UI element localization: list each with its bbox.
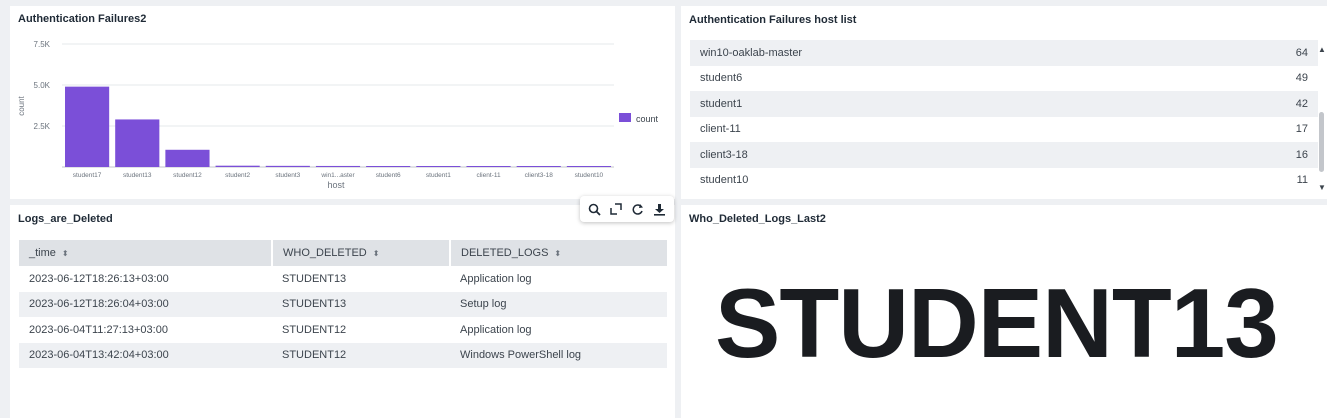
list-item[interactable]: win10-oaklab-master 64: [690, 40, 1318, 66]
table-row[interactable]: 2023-06-04T13:42:04+03:00 STUDENT12 Window…: [19, 342, 667, 368]
bar[interactable]: [366, 166, 411, 167]
host-name: student1: [700, 97, 743, 110]
legend-label[interactable]: count: [636, 114, 659, 124]
bar[interactable]: [165, 149, 210, 167]
bar[interactable]: [265, 165, 310, 167]
sort-icon[interactable]: ⬍: [62, 249, 69, 258]
bar[interactable]: [115, 119, 160, 167]
bar[interactable]: [416, 166, 461, 167]
refresh-icon[interactable]: [630, 201, 646, 217]
table-cell: Application log: [460, 323, 532, 336]
host-name: client3-18: [700, 148, 748, 161]
host-count: 17: [1295, 123, 1308, 136]
table-cell: STUDENT13: [272, 291, 450, 317]
x-tick-label: student12: [173, 172, 202, 179]
host-list: win10-oaklab-master 64 student6 49 student1 4…: [690, 40, 1318, 193]
table-cell: STUDENT13: [282, 272, 347, 285]
bar[interactable]: [466, 166, 511, 167]
y-tick-label: 2.5K: [34, 122, 51, 131]
logs-table: _time ⬍ WHO_DELETED ⬍ DELETED_LOGS ⬍ 2023-0…: [19, 240, 667, 368]
x-tick-label: client-11: [476, 172, 500, 179]
single-value-title: Who_Deleted_Logs_Last2: [689, 213, 826, 225]
y-axis-label: count: [17, 95, 26, 115]
sort-icon[interactable]: ⬍: [554, 249, 561, 258]
x-tick-label: student3: [275, 172, 300, 179]
chart-panel: Authentication Failures2 student17 studen…: [10, 6, 675, 199]
host-name: client-11: [700, 123, 741, 136]
host-name: student10: [700, 174, 749, 187]
logs-panel: Logs_are_Deleted _time ⬍ WHO_DELETED ⬍ DEL…: [10, 196, 675, 418]
bar[interactable]: [566, 166, 611, 167]
host-list-panel: Authentication Failures host list win10-…: [681, 6, 1327, 199]
expand-icon[interactable]: [608, 201, 624, 217]
list-item[interactable]: student6 49: [690, 66, 1318, 92]
bar-chart: Authentication Failures2 student17 studen…: [17, 13, 659, 190]
host-count: 11: [1296, 174, 1308, 187]
x-tick-label: student17: [73, 172, 102, 179]
bar[interactable]: [516, 166, 561, 167]
column-header-who-deleted[interactable]: WHO_DELETED ⬍: [272, 240, 451, 266]
scrollbar-thumb[interactable]: [1319, 112, 1324, 172]
host-name: win10-oaklab-master: [700, 46, 803, 59]
host-count: 42: [1295, 97, 1308, 110]
table-cell: 2023-06-12T18:26:13+03:00: [29, 272, 169, 285]
x-tick-label: student13: [123, 172, 152, 179]
column-header-deleted-logs[interactable]: DELETED_LOGS ⬍: [450, 240, 667, 266]
panel-toolbar: [580, 196, 674, 222]
x-tick-label: client3-18: [525, 172, 554, 179]
x-tick-label: student6: [376, 172, 401, 179]
list-item[interactable]: client-11 17: [690, 117, 1318, 143]
scroll-up-icon[interactable]: ▲: [1318, 46, 1326, 54]
table-cell: Windows PowerShell log: [450, 342, 667, 368]
logs-title: Logs_are_Deleted: [18, 213, 113, 225]
table-row[interactable]: 2023-06-04T11:27:13+03:00 STUDENT12 Applic…: [19, 317, 667, 343]
bar[interactable]: [215, 165, 260, 167]
legend-swatch[interactable]: [619, 113, 631, 122]
bar[interactable]: [65, 86, 110, 167]
table-cell: 2023-06-04T13:42:04+03:00: [19, 342, 272, 368]
table-cell: 2023-06-04T11:27:13+03:00: [29, 323, 168, 336]
host-count: 16: [1295, 148, 1308, 161]
scrollbar[interactable]: ▲ ▼: [1318, 40, 1326, 194]
table-cell: STUDENT12: [272, 342, 450, 368]
x-tick-label: student10: [575, 172, 604, 179]
table-cell: 2023-06-12T18:26:04+03:00: [19, 291, 272, 317]
bar[interactable]: [315, 165, 361, 167]
table-cell: STUDENT12: [282, 323, 347, 336]
x-axis-label: host: [327, 180, 345, 190]
table-cell: Application log: [460, 272, 532, 285]
table-row[interactable]: 2023-06-12T18:26:13+03:00 STUDENT13 Applic…: [19, 266, 667, 292]
y-tick-label: 7.5K: [34, 40, 51, 49]
host-count: 64: [1295, 46, 1308, 59]
download-icon[interactable]: [651, 201, 667, 217]
column-header-time[interactable]: _time ⬍: [19, 240, 273, 266]
host-count: 49: [1295, 72, 1308, 85]
list-item[interactable]: client3-18 16: [690, 142, 1318, 168]
x-tick-label: student1: [426, 172, 451, 179]
list-item[interactable]: student10 11: [690, 168, 1318, 194]
list-item[interactable]: student1 42: [690, 91, 1318, 117]
table-row[interactable]: 2023-06-12T18:26:04+03:00 STUDENT13 Setup …: [19, 291, 667, 317]
x-tick-label: student2: [225, 172, 250, 179]
y-tick-label: 5.0K: [34, 81, 51, 90]
scroll-down-icon[interactable]: ▼: [1318, 184, 1326, 192]
table-cell: Setup log: [450, 291, 667, 317]
host-name: student6: [700, 72, 743, 85]
search-icon[interactable]: [587, 201, 603, 217]
host-list-title: Authentication Failures host list: [689, 14, 857, 26]
chart-title: Authentication Failures2: [18, 13, 146, 25]
single-value: STUDENT13: [715, 268, 1279, 378]
sort-icon[interactable]: ⬍: [373, 249, 380, 258]
x-tick-label: win1...aster: [320, 172, 355, 179]
single-value-panel: Who_Deleted_Logs_Last2 STUDENT13: [681, 205, 1327, 418]
